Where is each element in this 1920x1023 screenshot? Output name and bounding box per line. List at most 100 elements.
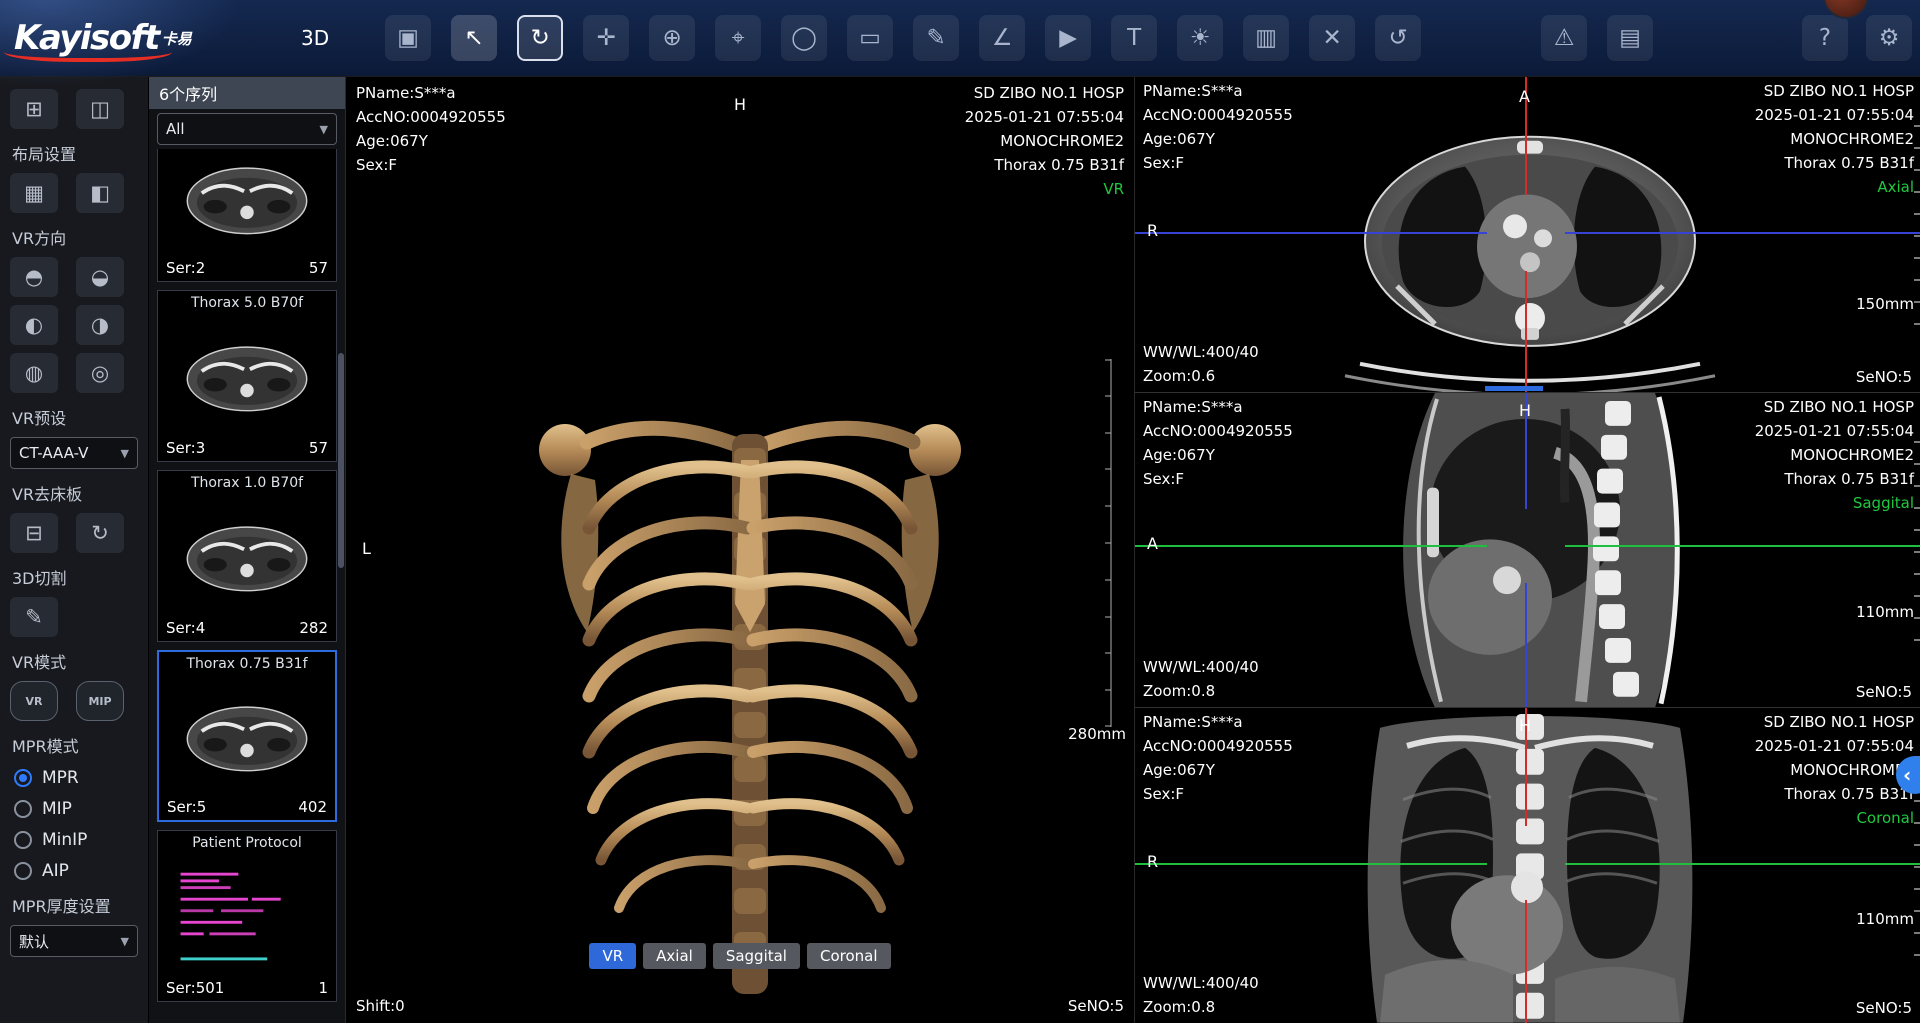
crosshair-button[interactable]: ⌖ [715, 15, 761, 61]
series-filter-select[interactable]: All ▼ [157, 113, 337, 145]
settings-button[interactable]: ⚙ [1866, 15, 1912, 61]
orientation-top-marker: H [1519, 716, 1531, 735]
vr-anterior-icon: ◓ [25, 265, 43, 289]
rotate-3d-button[interactable]: ↻ [517, 15, 563, 61]
zoom-icon: ⊕ [662, 27, 681, 50]
radio-aip[interactable]: AIP [14, 861, 138, 881]
series-title: Thorax 1.0 B70f [158, 471, 336, 495]
series-description: Thorax 0.75 B31f [1755, 151, 1914, 175]
mpr-thickness-select[interactable]: 默认 ▼ [10, 925, 138, 957]
series-no-label: SeNO:5 [1856, 681, 1912, 703]
vr-mode-vr-button[interactable]: VR [10, 681, 58, 721]
vr-ribcage-image [535, 364, 965, 1014]
protocol-thumb-image [172, 865, 322, 969]
wwwl-label: WW/WL:400/40 [1143, 971, 1259, 995]
patient-info-overlay: PName:S***a AccNO:0004920555 Age:067Y Se… [1143, 79, 1293, 175]
view-button-axial[interactable]: Axial [643, 943, 706, 969]
viewport-vr-main[interactable]: PName:S***a AccNO:0004920555 Age:067Y Se… [346, 77, 1134, 1023]
vr-mode-vr-icon: VR [26, 695, 43, 708]
layout-2x2-button[interactable]: ▦ [10, 173, 58, 213]
save-button[interactable]: ▤ [1607, 15, 1653, 61]
series-item-3[interactable]: Thorax 5.0 B70f Ser:3 57 [157, 290, 337, 462]
chevron-down-icon: ▼ [121, 935, 129, 948]
gear-icon: ⚙ [1879, 27, 1900, 50]
vr-right-button[interactable]: ◑ [76, 305, 124, 345]
radio-aip-circle [14, 862, 32, 880]
vr-feet-button[interactable]: ◎ [76, 353, 124, 393]
vr-anterior-button[interactable]: ◓ [10, 257, 58, 297]
rectangle-roi-button[interactable]: ▭ [847, 15, 893, 61]
viewport-axial[interactable]: PName:S***a AccNO:0004920555 Age:067Y Se… [1135, 77, 1920, 393]
vr-left-button[interactable]: ◐ [10, 305, 58, 345]
reset-view-button[interactable]: ↺ [1375, 15, 1421, 61]
saggital-reference-line-v[interactable] [1525, 583, 1527, 708]
radio-mip[interactable]: MIP [14, 799, 138, 819]
save-floppy-icon: ▤ [1619, 27, 1641, 50]
axial-reference-line-v[interactable] [1525, 271, 1527, 392]
series-scrollbar[interactable] [338, 353, 344, 568]
mode-3d-label[interactable]: 3D [301, 26, 329, 50]
radio-mpr[interactable]: MPR [14, 768, 138, 788]
restore-bed-button[interactable]: ↻ [76, 513, 124, 553]
axial-reference-line-h[interactable] [1565, 232, 1920, 234]
saggital-reference-line-h[interactable] [1565, 545, 1920, 547]
scale-mm-label: 280mm [1068, 725, 1126, 743]
clear-annotations-button[interactable]: ✕ [1309, 15, 1355, 61]
axial-reference-line-h[interactable] [1135, 232, 1487, 234]
pan-button[interactable]: ✛ [583, 15, 629, 61]
series-description: Thorax 0.75 B31f [965, 153, 1124, 177]
viewport-coronal[interactable]: PName:S***a AccNO:0004920555 Age:067Y Se… [1135, 708, 1920, 1023]
angle-button[interactable]: ∠ [979, 15, 1025, 61]
coronal-reference-line-v[interactable] [1525, 900, 1527, 1023]
series-panel: 6个序列 All ▼ [148, 77, 346, 1023]
series-item-4[interactable]: Thorax 1.0 B70f Ser:4 282 [157, 470, 337, 642]
series-item-2[interactable]: Ser:2 57 [157, 149, 337, 282]
measure-button[interactable]: ✎ [913, 15, 959, 61]
cine-play-button[interactable]: ▶ [1045, 15, 1091, 61]
view-button-coronal[interactable]: Coronal [807, 943, 891, 969]
radio-minip[interactable]: MinIP [14, 830, 138, 850]
zoom-button[interactable]: ⊕ [649, 15, 695, 61]
text-annotation-button[interactable]: T [1111, 15, 1157, 61]
vr-preset-select[interactable]: CT-AAA-V ▼ [10, 437, 138, 469]
series-item-501[interactable]: Patient Protocol [157, 830, 337, 1002]
zoom-label: Zoom:0.8 [1143, 995, 1259, 1019]
brightness-button[interactable]: ☀ [1177, 15, 1223, 61]
ellipse-roi-button[interactable]: ◯ [781, 15, 827, 61]
vr-head-button[interactable]: ◍ [10, 353, 58, 393]
slice-position-indicator[interactable] [1485, 386, 1543, 391]
cut-draw-button[interactable]: ✎ [10, 597, 58, 637]
study-datetime: 2025-01-21 07:55:04 [1755, 734, 1914, 758]
patient-name: PName:S***a [1143, 710, 1293, 734]
coronal-reference-line-h[interactable] [1565, 863, 1920, 865]
window-level-button[interactable]: ▥ [1243, 15, 1289, 61]
saggital-reference-line-h[interactable] [1135, 545, 1487, 547]
series-thumbnail [158, 495, 336, 619]
vr-posterior-button[interactable]: ◒ [76, 257, 124, 297]
series-filter-value: All [166, 120, 185, 138]
ellipse-icon: ◯ [791, 27, 817, 50]
series-thumbnail [158, 149, 336, 259]
alert-info-button[interactable]: ⚠ [1541, 15, 1587, 61]
view-button-saggital[interactable]: Saggital [713, 943, 800, 969]
volume-3d-button[interactable]: ▣ [385, 15, 431, 61]
patient-name: PName:S***a [1143, 79, 1293, 103]
text-icon: T [1127, 27, 1141, 50]
view-plane-label: Axial [1755, 175, 1914, 199]
layout-main-right-button[interactable]: ◧ [76, 173, 124, 213]
orientation-left-marker: R [1147, 221, 1158, 240]
rectangle-icon: ▭ [859, 27, 881, 50]
vr-mode-mip-button[interactable]: MIP [76, 681, 124, 721]
viewport-saggital[interactable]: PName:S***a AccNO:0004920555 Age:067Y Se… [1135, 393, 1920, 709]
vr-right-icon: ◑ [91, 313, 109, 337]
view-button-vr[interactable]: VR [589, 943, 636, 969]
remove-bed-button[interactable]: ⊟ [10, 513, 58, 553]
help-button[interactable]: ? [1802, 15, 1848, 61]
series-description: Thorax 0.75 B31f [1755, 782, 1914, 806]
coronal-reference-line-h[interactable] [1135, 863, 1487, 865]
patient-sex: Sex:F [356, 153, 506, 177]
mpr-mode-label: MPR模式 [12, 733, 138, 757]
cursor-button[interactable]: ↖ [451, 15, 497, 61]
rotate-3d-icon: ↻ [530, 27, 549, 50]
series-item-5-selected[interactable]: Thorax 0.75 B31f Ser:5 402 [157, 650, 337, 822]
